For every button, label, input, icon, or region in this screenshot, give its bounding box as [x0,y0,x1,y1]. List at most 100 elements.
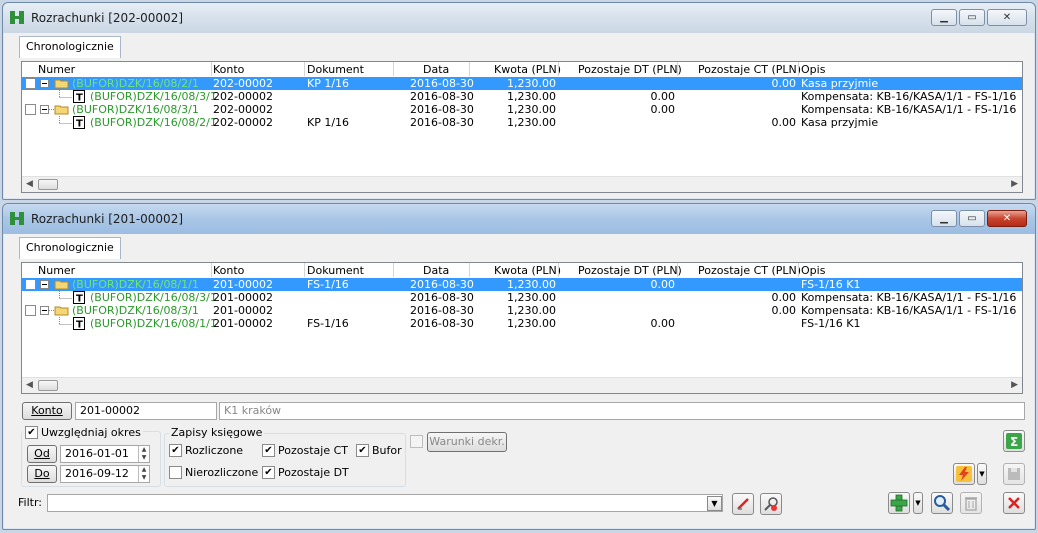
clear-filter-button[interactable] [732,493,754,515]
filtr-label: Filtr: [18,496,42,509]
lightning-dropdown-button[interactable]: ▼ [977,463,987,485]
col-konto[interactable]: Konto [213,264,244,277]
row-dt: 0.00 [650,317,676,330]
konto-input[interactable]: 201-00002 [75,402,217,420]
zapisy-title: Zapisy księgowe [169,426,265,439]
scroll-thumb[interactable] [38,179,58,190]
table-row[interactable]: (BUFOR)DZK/16/08/2/1 202-00002 KP 1/16 2… [22,77,1022,90]
row-checkbox[interactable] [25,104,36,115]
bufor-checkbox[interactable]: ✔ Bufor [356,444,402,457]
od-date-input[interactable]: 2016-01-01 ▲ ▼ [60,445,150,463]
filtr-dropdown-button[interactable]: ▼ [707,496,722,511]
col-dokument[interactable]: Dokument [307,63,364,76]
row-checkbox[interactable] [25,279,36,290]
close-icon [1008,497,1020,509]
rozliczone-checkbox[interactable]: ✔ Rozliczone [169,444,243,457]
col-pozostaje-ct[interactable]: Pozostaje CT (PLN) [698,264,801,277]
view-button[interactable] [931,492,953,514]
col-numer[interactable]: Numer [38,63,75,76]
titlebar[interactable]: Rozrachunki [202-00002] ▁ ▭ ✕ [3,3,1035,33]
add-dropdown-button[interactable]: ▼ [913,492,923,514]
table-row[interactable]: (BUFOR)DZK/16/08/3/1 202-00002 2016-08-3… [22,103,1022,116]
minimize-icon: ▁ [940,12,948,23]
col-numer[interactable]: Numer [38,264,75,277]
tab-chronologicznie[interactable]: Chronologicznie [19,36,121,58]
row-dt: 0.00 [650,103,676,116]
filtr-input[interactable] [47,494,723,512]
table-row[interactable]: (BUFOR)DZK/16/08/1/1 201-00002 FS-1/16 2… [22,278,1022,291]
scroll-left-icon[interactable]: ◀ [26,380,33,390]
col-data[interactable]: Data [423,264,449,277]
horizontal-scrollbar[interactable]: ◀ ▶ [22,176,1022,192]
tab-chronologicznie[interactable]: Chronologicznie [19,237,121,259]
warunki-checkbox[interactable] [410,435,423,448]
delete-button[interactable] [960,492,982,514]
table-row[interactable]: T (BUFOR)DZK/16/08/1/1 201-00002 FS-1/16… [22,317,1022,330]
row-checkbox[interactable] [25,78,36,89]
table-row[interactable]: T (BUFOR)DZK/16/08/2/1 202-00002 KP 1/16… [22,116,1022,129]
pozostaje-ct-checkbox[interactable]: ✔ Pozostaje CT [262,444,348,457]
do-spinner[interactable]: ▲ ▼ [138,466,149,482]
row-data: 2016-08-30 [410,304,474,317]
close-window-button[interactable] [1003,492,1025,514]
col-data[interactable]: Data [423,63,449,76]
col-pozostaje-dt[interactable]: Pozostaje DT (PLN) [578,63,682,76]
maximize-icon: ▭ [967,12,977,23]
trash-icon [965,497,977,511]
scroll-thumb[interactable] [38,380,58,391]
lightning-button[interactable] [953,463,975,485]
table-row[interactable]: (BUFOR)DZK/16/08/3/1 201-00002 2016-08-3… [22,304,1022,317]
do-button[interactable]: Do [27,465,57,483]
od-spinner[interactable]: ▲ ▼ [138,446,149,462]
row-checkbox[interactable] [25,305,36,316]
row-konto: 202-00002 [213,103,273,116]
titlebar[interactable]: Rozrachunki [201-00002] ▁ ▭ ✕ [3,204,1035,234]
col-opis[interactable]: Opis [801,63,825,76]
konto-button[interactable]: Konto [22,402,72,420]
col-konto[interactable]: Konto [213,63,244,76]
pozostaje-dt-checkbox[interactable]: ✔ Pozostaje DT [262,466,349,479]
close-button[interactable]: ✕ [987,210,1027,227]
col-kwota[interactable]: Kwota (PLN) [494,63,561,76]
do-date-input[interactable]: 2016-09-12 ▲ ▼ [60,465,150,483]
maximize-button[interactable]: ▭ [959,210,985,227]
col-opis[interactable]: Opis [801,264,825,277]
entries-list[interactable]: Numer Konto Dokument Data Kwota (PLN) Po… [21,262,1023,394]
filter-builder-button[interactable] [760,493,782,515]
scroll-right-icon[interactable]: ▶ [1011,380,1018,390]
maximize-button[interactable]: ▭ [959,9,985,26]
export-button[interactable] [1003,463,1025,485]
row-data: 2016-08-30 [410,116,474,129]
app-icon [10,11,24,24]
table-row[interactable]: T (BUFOR)DZK/16/08/3/1 202-00002 2016-08… [22,90,1022,103]
konto-button-label: Konto [31,404,63,417]
table-row[interactable]: T (BUFOR)DZK/16/08/3/1 201-00002 2016-08… [22,291,1022,304]
od-button[interactable]: Od [27,445,57,463]
row-opis: Kompensata: KB-16/KASA/1/1 - FS-1/16 [801,103,1017,116]
sigma-icon: Σ [1006,433,1022,449]
rozliczone-label: Rozliczone [185,444,244,457]
nierozliczone-label: Nierozliczone [185,466,259,479]
close-icon: ✕ [1002,12,1012,23]
minimize-button[interactable]: ▁ [931,9,957,26]
col-pozostaje-dt[interactable]: Pozostaje DT (PLN) [578,264,682,277]
col-pozostaje-ct[interactable]: Pozostaje CT (PLN) [698,63,801,76]
minimize-button[interactable]: ▁ [931,210,957,227]
uwzgledniaj-okres-checkbox[interactable]: ✔ Uwzględniaj okres [23,426,143,439]
entries-list[interactable]: Numer Konto Dokument Data Kwota (PLN) Po… [21,61,1023,193]
add-button[interactable] [888,492,910,514]
col-kwota[interactable]: Kwota (PLN) [494,264,561,277]
horizontal-scrollbar[interactable]: ◀ ▶ [22,377,1022,393]
close-button[interactable]: ✕ [987,9,1027,26]
row-konto: 201-00002 [213,291,273,304]
sum-button[interactable]: Σ [1003,430,1025,452]
do-label: Do [34,467,50,480]
warunki-dekr-button[interactable]: Warunki dekr. [427,432,507,452]
scroll-left-icon[interactable]: ◀ [26,179,33,189]
row-ct: 0.00 [771,291,797,304]
nierozliczone-checkbox[interactable]: Nierozliczone [169,466,258,479]
scroll-right-icon[interactable]: ▶ [1011,179,1018,189]
pozostaje-ct-label: Pozostaje CT [278,444,348,457]
col-dokument[interactable]: Dokument [307,264,364,277]
row-ct: 0.00 [771,304,797,317]
